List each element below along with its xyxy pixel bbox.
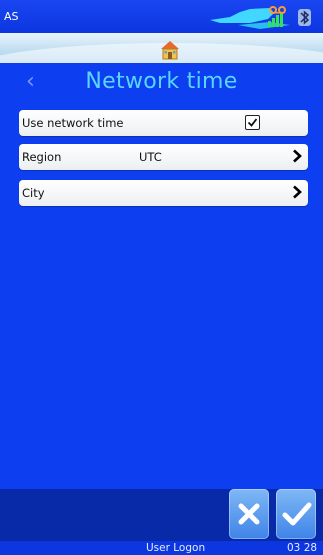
user-logon-label[interactable]: User Logon xyxy=(146,542,205,554)
city-label: City xyxy=(22,186,45,200)
cancel-button[interactable] xyxy=(229,489,269,539)
home-icon[interactable] xyxy=(159,39,181,61)
page-title: Network time xyxy=(85,69,238,94)
region-label: Region xyxy=(22,150,62,164)
signal-bar-icon xyxy=(268,21,271,27)
status-bar: AS xyxy=(0,0,323,33)
status-label: AS xyxy=(4,10,19,23)
use-network-time-checkbox[interactable] xyxy=(245,115,260,130)
bluetooth-icon xyxy=(298,9,311,26)
title-bar: ‹ Network time xyxy=(0,63,323,101)
use-network-time-row[interactable]: Use network time xyxy=(19,110,308,136)
action-panel xyxy=(0,489,323,541)
region-row[interactable]: Region UTC xyxy=(19,144,308,170)
close-icon xyxy=(238,503,260,525)
home-bar xyxy=(0,33,323,63)
chevron-right-icon xyxy=(293,185,302,199)
check-icon xyxy=(282,502,312,526)
footer-bar: User Logon 03 28 xyxy=(0,541,323,555)
use-network-time-label: Use network time xyxy=(22,116,124,130)
chevron-right-icon xyxy=(293,149,302,163)
city-row[interactable]: City xyxy=(19,180,308,206)
confirm-button[interactable] xyxy=(276,489,316,539)
clock: 03 28 xyxy=(287,542,318,554)
status-icons xyxy=(210,6,311,29)
checkmark-icon xyxy=(247,118,258,127)
region-value: UTC xyxy=(139,150,162,164)
